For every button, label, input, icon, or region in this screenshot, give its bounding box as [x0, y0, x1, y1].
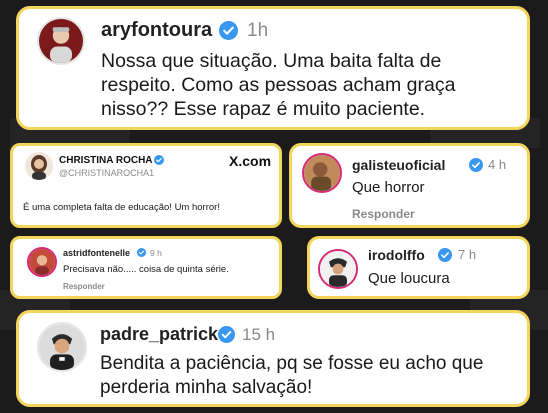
reply-button[interactable]: Responder [63, 282, 105, 291]
comment-username[interactable]: irodolffo [368, 247, 425, 263]
comment-time: 7 h [458, 247, 477, 262]
reply-button[interactable]: Responder [352, 207, 415, 221]
comment-time: 4 h [488, 157, 507, 172]
display-name[interactable]: CHRISTINA ROCHA [59, 155, 153, 166]
verified-badge-icon [154, 155, 164, 165]
verified-badge-icon [469, 158, 483, 172]
comment-username[interactable]: galisteuoficial [352, 157, 445, 173]
comment-card-padre-patrick: padre_patrick 15 h Bendita a paciência, … [16, 310, 530, 407]
comment-time: 15 h [242, 325, 276, 344]
verified-badge-icon [218, 326, 235, 343]
verified-badge-icon [438, 248, 452, 262]
comment-card-irodolffo: irodolffo 7 h Que loucura [307, 236, 530, 299]
verified-badge-icon [137, 248, 146, 257]
verified-badge-icon [219, 21, 238, 40]
avatar[interactable] [37, 17, 85, 65]
avatar-image [29, 249, 55, 275]
avatar[interactable] [318, 249, 358, 289]
avatar[interactable] [37, 322, 87, 372]
comment-card-aryfontoura: aryfontoura 1h Nossa que situação. Uma b… [16, 6, 530, 130]
avatar[interactable] [27, 247, 57, 277]
avatar-image [25, 152, 53, 180]
comment-card-astridfontenelle: astridfontenelle 9 h Precisava não..... … [10, 236, 282, 299]
avatar[interactable] [25, 152, 53, 180]
comment-text: Precisava não..... coisa de quinta série… [63, 264, 229, 275]
avatar-image [39, 19, 83, 63]
comment-time: 9 h [150, 248, 162, 258]
comment-username[interactable]: aryfontoura [101, 19, 212, 42]
comment-text: Que loucura [368, 270, 450, 287]
x-logo-icon: X.com [229, 153, 272, 169]
avatar-image [320, 251, 356, 287]
comment-username[interactable]: padre_patrick [100, 324, 218, 345]
comment-card-christina-rocha: CHRISTINA ROCHA @CHRISTINAROCHA1 X.com É… [10, 143, 282, 228]
avatar-image [304, 155, 340, 191]
handle: @CHRISTINAROCHA1 [59, 168, 155, 178]
avatar[interactable] [302, 153, 342, 193]
comment-username[interactable]: astridfontenelle [63, 248, 130, 258]
comment-text: Nossa que situação. Uma baita falta de r… [101, 50, 456, 120]
avatar-image [39, 324, 85, 370]
comment-text: Bendita a paciência, pq se fosse eu acho… [100, 353, 484, 398]
comment-card-galisteuoficial: galisteuoficial 4 h Que horror Responder [289, 143, 530, 228]
comment-text: Que horror [352, 179, 425, 196]
comment-text: É uma completa falta de educação! Um hor… [23, 202, 220, 213]
comment-time: 1h [247, 20, 269, 41]
